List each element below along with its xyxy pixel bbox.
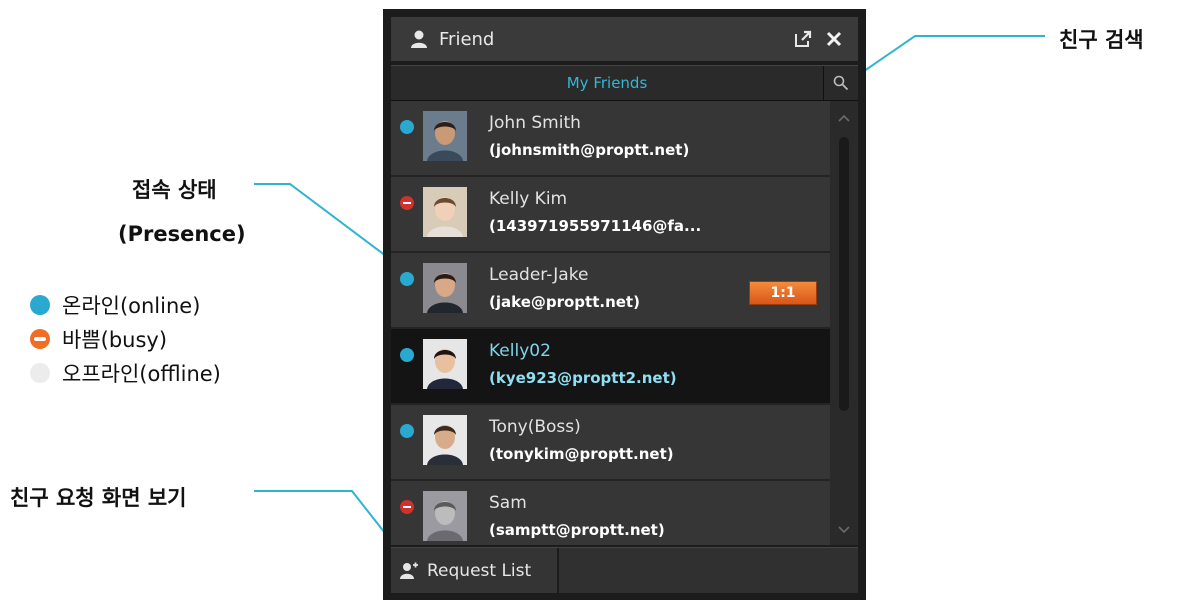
avatar	[423, 111, 467, 161]
friend-name: Tony(Boss)	[489, 417, 581, 437]
friend-row[interactable]: Leader-Jake (jake@proptt.net) 1:1	[391, 253, 830, 329]
friend-search-button[interactable]	[823, 66, 858, 100]
friend-row[interactable]: Kelly02 (kye923@proptt2.net)	[391, 329, 830, 405]
busy-dot-icon	[30, 329, 50, 349]
avatar	[423, 187, 467, 237]
friend-email: (143971955971146@fa...	[489, 217, 702, 235]
offline-dot-icon	[30, 363, 50, 383]
presence-legend: 온라인(online) 바쁨(busy) 오프라인(offline)	[30, 288, 221, 390]
friend-row[interactable]: Kelly Kim (143971955971146@fa...	[391, 177, 830, 253]
annotation-presence-subtitle: (Presence)	[118, 222, 246, 246]
busy-status-icon	[400, 500, 414, 514]
friend-row[interactable]: Tony(Boss) (tonykim@proptt.net)	[391, 405, 830, 481]
friend-name: Kelly Kim	[489, 189, 568, 209]
legend-offline: 오프라인(offline)	[30, 356, 221, 390]
friend-email: (tonykim@proptt.net)	[489, 445, 674, 463]
avatar	[423, 339, 467, 389]
friend-row[interactable]: John Smith (johnsmith@proptt.net)	[391, 101, 830, 177]
add-user-icon	[400, 562, 418, 579]
legend-busy-label: 바쁨(busy)	[62, 328, 168, 352]
online-status-icon	[400, 272, 414, 286]
legend-busy: 바쁨(busy)	[30, 322, 221, 356]
friend-email: (jake@proptt.net)	[489, 293, 640, 311]
legend-online-label: 온라인(online)	[62, 294, 201, 318]
close-icon[interactable]	[824, 29, 844, 49]
chevron-down-icon[interactable]	[837, 525, 851, 535]
list-scrollbar[interactable]	[830, 101, 858, 545]
avatar	[423, 415, 467, 465]
popout-icon[interactable]	[792, 28, 814, 50]
title-bar[interactable]: Friend	[391, 17, 858, 61]
friend-name: Kelly02	[489, 341, 551, 361]
user-icon	[411, 30, 427, 48]
friend-name: Leader-Jake	[489, 265, 589, 285]
avatar	[423, 491, 467, 541]
friend-name: John Smith	[489, 113, 581, 133]
request-list-label: Request List	[427, 560, 532, 581]
friend-name: Sam	[489, 493, 527, 513]
tab-my-friends[interactable]: My Friends	[391, 74, 823, 92]
search-icon	[833, 75, 849, 91]
friend-window: Friend My Friends John Smith (johnsmith@p…	[383, 9, 866, 600]
annotation-search-label: 친구 검색	[1059, 28, 1144, 52]
request-list-button[interactable]: Request List	[391, 548, 559, 593]
friend-email: (johnsmith@proptt.net)	[489, 141, 690, 159]
legend-offline-label: 오프라인(offline)	[62, 362, 221, 386]
avatar	[423, 263, 467, 313]
friend-list[interactable]: John Smith (johnsmith@proptt.net) Kelly Ki…	[391, 101, 830, 545]
friend-row[interactable]: Sam (samptt@proptt.net)	[391, 481, 830, 545]
window-title: Friend	[439, 28, 495, 50]
online-status-icon	[400, 348, 414, 362]
legend-online: 온라인(online)	[30, 288, 221, 322]
annotation-request-label: 친구 요청 화면 보기	[10, 486, 187, 510]
busy-status-icon	[400, 196, 414, 210]
tab-bar: My Friends	[391, 65, 858, 101]
online-status-icon	[400, 120, 414, 134]
online-dot-icon	[30, 295, 50, 315]
friend-email: (samptt@proptt.net)	[489, 521, 665, 539]
online-status-icon	[400, 424, 414, 438]
friend-email: (kye923@proptt2.net)	[489, 369, 677, 387]
chevron-up-icon[interactable]	[837, 113, 851, 123]
annotation-presence-title: 접속 상태	[132, 178, 217, 202]
scrollbar-thumb[interactable]	[839, 137, 849, 411]
one-on-one-chat-badge[interactable]: 1:1	[749, 281, 817, 305]
footer-bar: Request List	[391, 547, 858, 593]
